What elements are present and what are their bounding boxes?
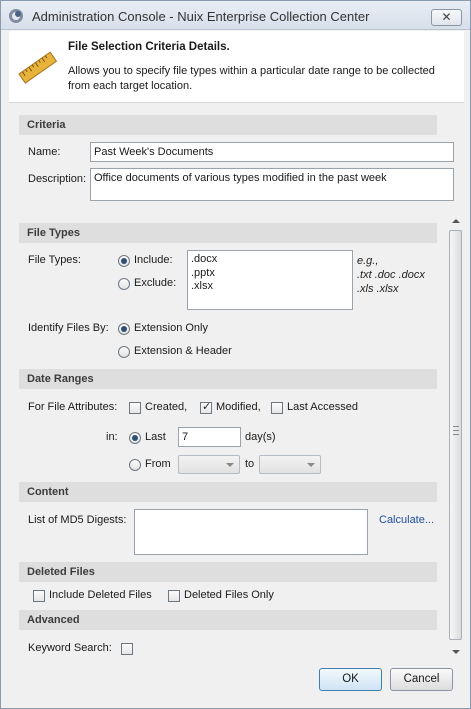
include-label: Include: [134,254,173,266]
days-label: day(s) [245,431,276,443]
description-field[interactable]: Office documents of various types modifi… [90,168,454,201]
last-days-field[interactable]: 7 [178,427,241,447]
header-title: File Selection Criteria Details. [68,41,230,53]
name-label: Name: [28,146,61,158]
dialog-window: Administration Console - Nuix Enterprise… [0,0,471,709]
file-types-list[interactable]: .docx .pptx .xlsx [187,250,353,310]
from-radio[interactable] [129,459,141,471]
chevron-down-icon [226,463,234,467]
grip-icon [453,426,459,435]
ruler-icon [18,51,58,84]
title-bar: Administration Console - Nuix Enterprise… [1,1,470,30]
identify-files-label: Identify Files By: [28,322,109,334]
deleted-only-label: Deleted Files Only [184,589,274,601]
from-label: From [145,458,171,470]
to-label: to [245,458,255,470]
extension-only-radio[interactable] [118,323,130,335]
file-types-hint-prefix: e.g., [357,255,379,267]
last-label: Last [145,431,166,443]
vertical-scrollbar[interactable] [448,214,464,659]
modified-label: Modified, [216,401,261,413]
close-button[interactable]: ✕ [431,9,462,26]
keyword-search-label: Keyword Search: [28,642,112,654]
section-criteria: Criteria [19,115,437,135]
calculate-link[interactable]: Calculate... [379,514,434,526]
last-accessed-label: Last Accessed [287,401,358,413]
file-type-item: .xlsx [191,280,213,292]
md5-label: List of MD5 Digests: [28,514,127,526]
from-date-dropdown[interactable] [178,455,240,474]
chevron-down-icon [307,463,315,467]
created-checkbox[interactable] [129,402,141,414]
file-types-hint-line2: .xls .xlsx [357,283,399,295]
form-scroll-area[interactable]: Criteria Name: Past Week's Documents Des… [19,115,465,659]
window-title: Administration Console - Nuix Enterprise… [32,9,370,24]
extension-only-label: Extension Only [134,322,208,334]
description-label: Description: [28,173,87,185]
ok-button[interactable]: OK [319,668,382,691]
scroll-down-icon[interactable] [452,650,460,654]
header-description: Allows you to specify file types within … [68,65,435,92]
scroll-up-icon[interactable] [452,219,460,223]
section-file-types: File Types [19,223,437,243]
file-types-hint-line1: .txt .doc .docx [357,269,425,281]
exclude-label: Exclude: [134,277,177,289]
keyword-search-checkbox[interactable] [121,643,133,655]
dialog-header: File Selection Criteria Details. Allows … [9,31,464,103]
to-date-dropdown[interactable] [259,455,321,474]
md5-field[interactable] [134,509,368,555]
include-deleted-label: Include Deleted Files [49,589,152,601]
last-radio[interactable] [129,432,141,444]
section-content: Content [19,482,437,502]
app-icon [9,9,23,23]
file-type-item: .pptx [191,266,215,279]
section-deleted-files: Deleted Files [19,562,437,582]
file-type-item: .docx [191,253,218,265]
section-date-ranges: Date Ranges [19,369,437,389]
cancel-button[interactable]: Cancel [390,668,453,691]
name-field[interactable]: Past Week's Documents [90,142,454,162]
close-icon: ✕ [441,10,452,24]
file-types-label: File Types: [28,254,81,266]
exclude-radio[interactable] [118,278,130,290]
deleted-only-checkbox[interactable] [168,590,180,602]
scrollbar-thumb[interactable] [449,230,462,640]
include-deleted-checkbox[interactable] [33,590,45,602]
created-label: Created, [145,401,188,413]
last-accessed-checkbox[interactable] [271,402,283,414]
section-advanced: Advanced [19,610,437,630]
file-attributes-label: For File Attributes: [28,401,118,413]
extension-header-radio[interactable] [118,346,130,358]
modified-checkbox[interactable] [200,400,212,414]
extension-header-label: Extension & Header [134,345,232,357]
in-label: in: [106,431,118,443]
include-radio[interactable] [118,255,130,267]
